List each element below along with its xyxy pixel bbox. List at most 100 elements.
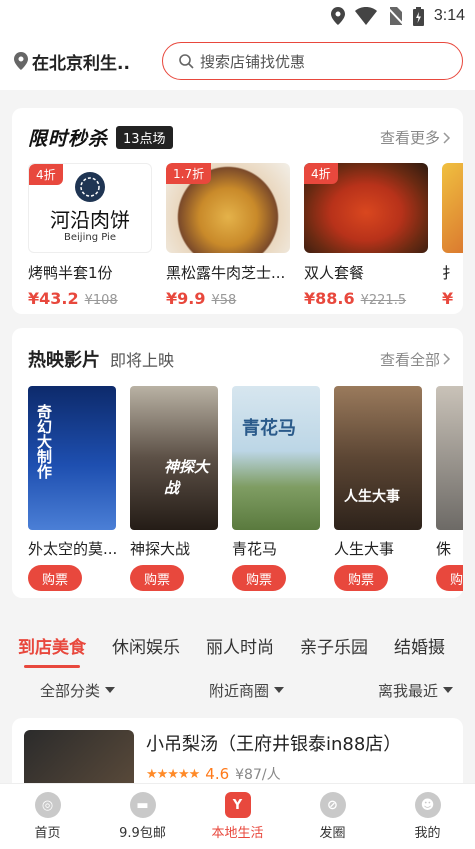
filter-bar: 全部分类 附近商圈 离我最近 [0, 674, 475, 706]
deal-item[interactable]: 扌 ¥ [442, 163, 463, 308]
buy-ticket-button[interactable]: 购票 [130, 565, 184, 591]
store-name: 小吊梨汤（王府井银泰in88店） [146, 734, 402, 755]
movie-item[interactable]: 奇幻大制作 外太空的莫... 购票 [28, 386, 116, 591]
nav-label: 发圈 [319, 826, 346, 841]
chevron-right-icon [443, 353, 451, 365]
brand-logo-text: 河沿肉饼 [50, 208, 130, 232]
flash-sale-more-label: 查看更多 [379, 129, 440, 147]
movie-poster: 人生大事 [334, 386, 422, 530]
nav-profile[interactable]: ☻ 我的 [380, 784, 475, 849]
tab-family[interactable]: 亲子乐园 [300, 633, 368, 658]
movie-name: 青花马 [232, 540, 278, 558]
store-avg-price: ¥87/人 [235, 767, 281, 783]
search-icon [179, 53, 194, 69]
movie-name: 人生大事 [334, 540, 395, 558]
filter-label: 附近商圈 [208, 681, 269, 700]
movies-more-link[interactable]: 查看全部 [380, 349, 451, 370]
filter-all-categories[interactable]: 全部分类 [40, 680, 116, 701]
buy-ticket-button[interactable]: 购票 [436, 565, 463, 591]
poster-title-text: 神探大战 [164, 458, 210, 497]
movies-upcoming-tab[interactable]: 即将上映 [110, 347, 174, 371]
movie-item[interactable]: 侏 购票 [436, 386, 463, 591]
deal-name: 烤鸭半套1份 [28, 264, 113, 282]
local-life-icon: Y [224, 792, 251, 818]
deal-name: 扌 [442, 264, 458, 282]
movie-poster: 奇幻大制作 [28, 386, 116, 530]
movies-card: 热映影片 即将上映 查看全部 奇幻大制作 外太空的莫... 购票 神探大战 神探… [12, 328, 463, 598]
deal-price: ¥43.2 [28, 289, 79, 308]
location-selector[interactable]: 在北京利生.. [14, 49, 154, 74]
session-tag: 13点场 [116, 126, 173, 149]
brand-logo-subtext: Beijing Pie [64, 232, 116, 243]
filter-nearby-area[interactable]: 附近商圈 [209, 680, 284, 701]
nav-home[interactable]: ◎ 首页 [0, 784, 95, 849]
buy-ticket-button[interactable]: 购票 [28, 565, 82, 591]
nav-moments[interactable]: ⊘ 发圈 [285, 784, 380, 849]
deal-name: 双人套餐 [304, 264, 365, 282]
buy-ticket-button[interactable]: 购票 [232, 565, 286, 591]
nav-local-life[interactable]: Y 本地生活 [190, 784, 285, 849]
filter-distance[interactable]: 离我最近 [378, 680, 453, 701]
store-image [24, 730, 134, 790]
search-placeholder: 搜索店铺找优惠 [200, 52, 306, 71]
profile-icon: ☻ [414, 792, 441, 818]
battery-icon [412, 6, 424, 26]
brand-logo-icon [75, 172, 105, 202]
movie-item[interactable]: 人生大事 人生大事 购票 [334, 386, 422, 591]
location-pin-icon [14, 52, 28, 70]
discount-badge: 4折 [304, 163, 338, 184]
movie-item[interactable]: 神探大战 神探大战 购票 [130, 386, 218, 591]
flash-sale-title: 限时秒杀 [28, 128, 109, 150]
chevron-right-icon [443, 131, 451, 144]
wifi-icon [354, 7, 377, 25]
tab-entertainment[interactable]: 休闲娱乐 [112, 633, 180, 658]
movies-more-label: 查看全部 [379, 350, 440, 369]
poster-title-text: 奇幻大制作 [35, 404, 53, 479]
status-time: 3:14 [433, 7, 465, 24]
deal-image [442, 163, 463, 253]
movies-title: 热映影片 [28, 350, 100, 371]
deal-image: 1.7折 [166, 163, 290, 253]
status-bar: 3:14 [0, 0, 475, 32]
tab-wedding[interactable]: 结婚摄 [394, 633, 445, 658]
movie-item[interactable]: 青花马 青花马 购票 [232, 386, 320, 591]
deal-name: 黑松露牛肉芝士... [166, 264, 286, 282]
deal-price: ¥9.9 [166, 289, 206, 308]
nav-free-shipping[interactable]: ▬ 9.9包邮 [95, 784, 190, 849]
tab-beauty[interactable]: 丽人时尚 [206, 633, 274, 658]
deal-price: ¥88.6 [304, 289, 355, 308]
store-rating: 4.6 [205, 765, 230, 783]
filter-label: 全部分类 [40, 681, 101, 700]
nav-label: 本地生活 [211, 826, 264, 841]
deal-image: 4折 河沿肉饼 Beijing Pie [28, 163, 152, 253]
bag-icon: ▬ [129, 792, 156, 818]
movie-name: 神探大战 [130, 540, 191, 558]
flash-sale-more-link[interactable]: 查看更多 [380, 127, 451, 148]
deal-item[interactable]: 4折 双人套餐 ¥88.6 ¥221.5 [304, 163, 428, 308]
location-text: 在北京利生.. [32, 53, 130, 74]
star-rating-icon: ★★★★★ [146, 766, 200, 782]
home-icon: ◎ [34, 792, 61, 818]
tab-food[interactable]: 到店美食 [18, 633, 86, 668]
caret-down-icon [442, 687, 453, 693]
deal-old-price: ¥108 [84, 293, 118, 308]
compass-icon: ⊘ [319, 792, 346, 818]
flash-sale-card: 限时秒杀 13点场 查看更多 4折 河沿肉饼 Beijing Pie 烤鸭半套1… [12, 108, 463, 314]
filter-label: 离我最近 [377, 681, 438, 700]
location-status-icon [330, 7, 345, 25]
deal-item[interactable]: 4折 河沿肉饼 Beijing Pie 烤鸭半套1份 ¥43.2 ¥108 [28, 163, 152, 308]
movie-name: 外太空的莫... [28, 540, 116, 558]
discount-badge: 1.7折 [166, 163, 212, 184]
nav-label: 我的 [414, 826, 441, 841]
buy-ticket-button[interactable]: 购票 [334, 565, 388, 591]
movie-poster: 青花马 [232, 386, 320, 530]
no-sim-icon [387, 7, 403, 25]
search-input[interactable]: 搜索店铺找优惠 [162, 42, 463, 80]
category-tabs: 到店美食 休闲娱乐 丽人时尚 亲子乐园 结婚摄 [0, 622, 475, 668]
poster-title-text: 人生大事 [344, 489, 400, 505]
deal-item[interactable]: 1.7折 黑松露牛肉芝士... ¥9.9 ¥58 [166, 163, 290, 308]
deal-old-price: ¥58 [211, 293, 237, 308]
discount-badge: 4折 [29, 164, 63, 185]
deal-image: 4折 [304, 163, 428, 253]
caret-down-icon [274, 687, 284, 693]
